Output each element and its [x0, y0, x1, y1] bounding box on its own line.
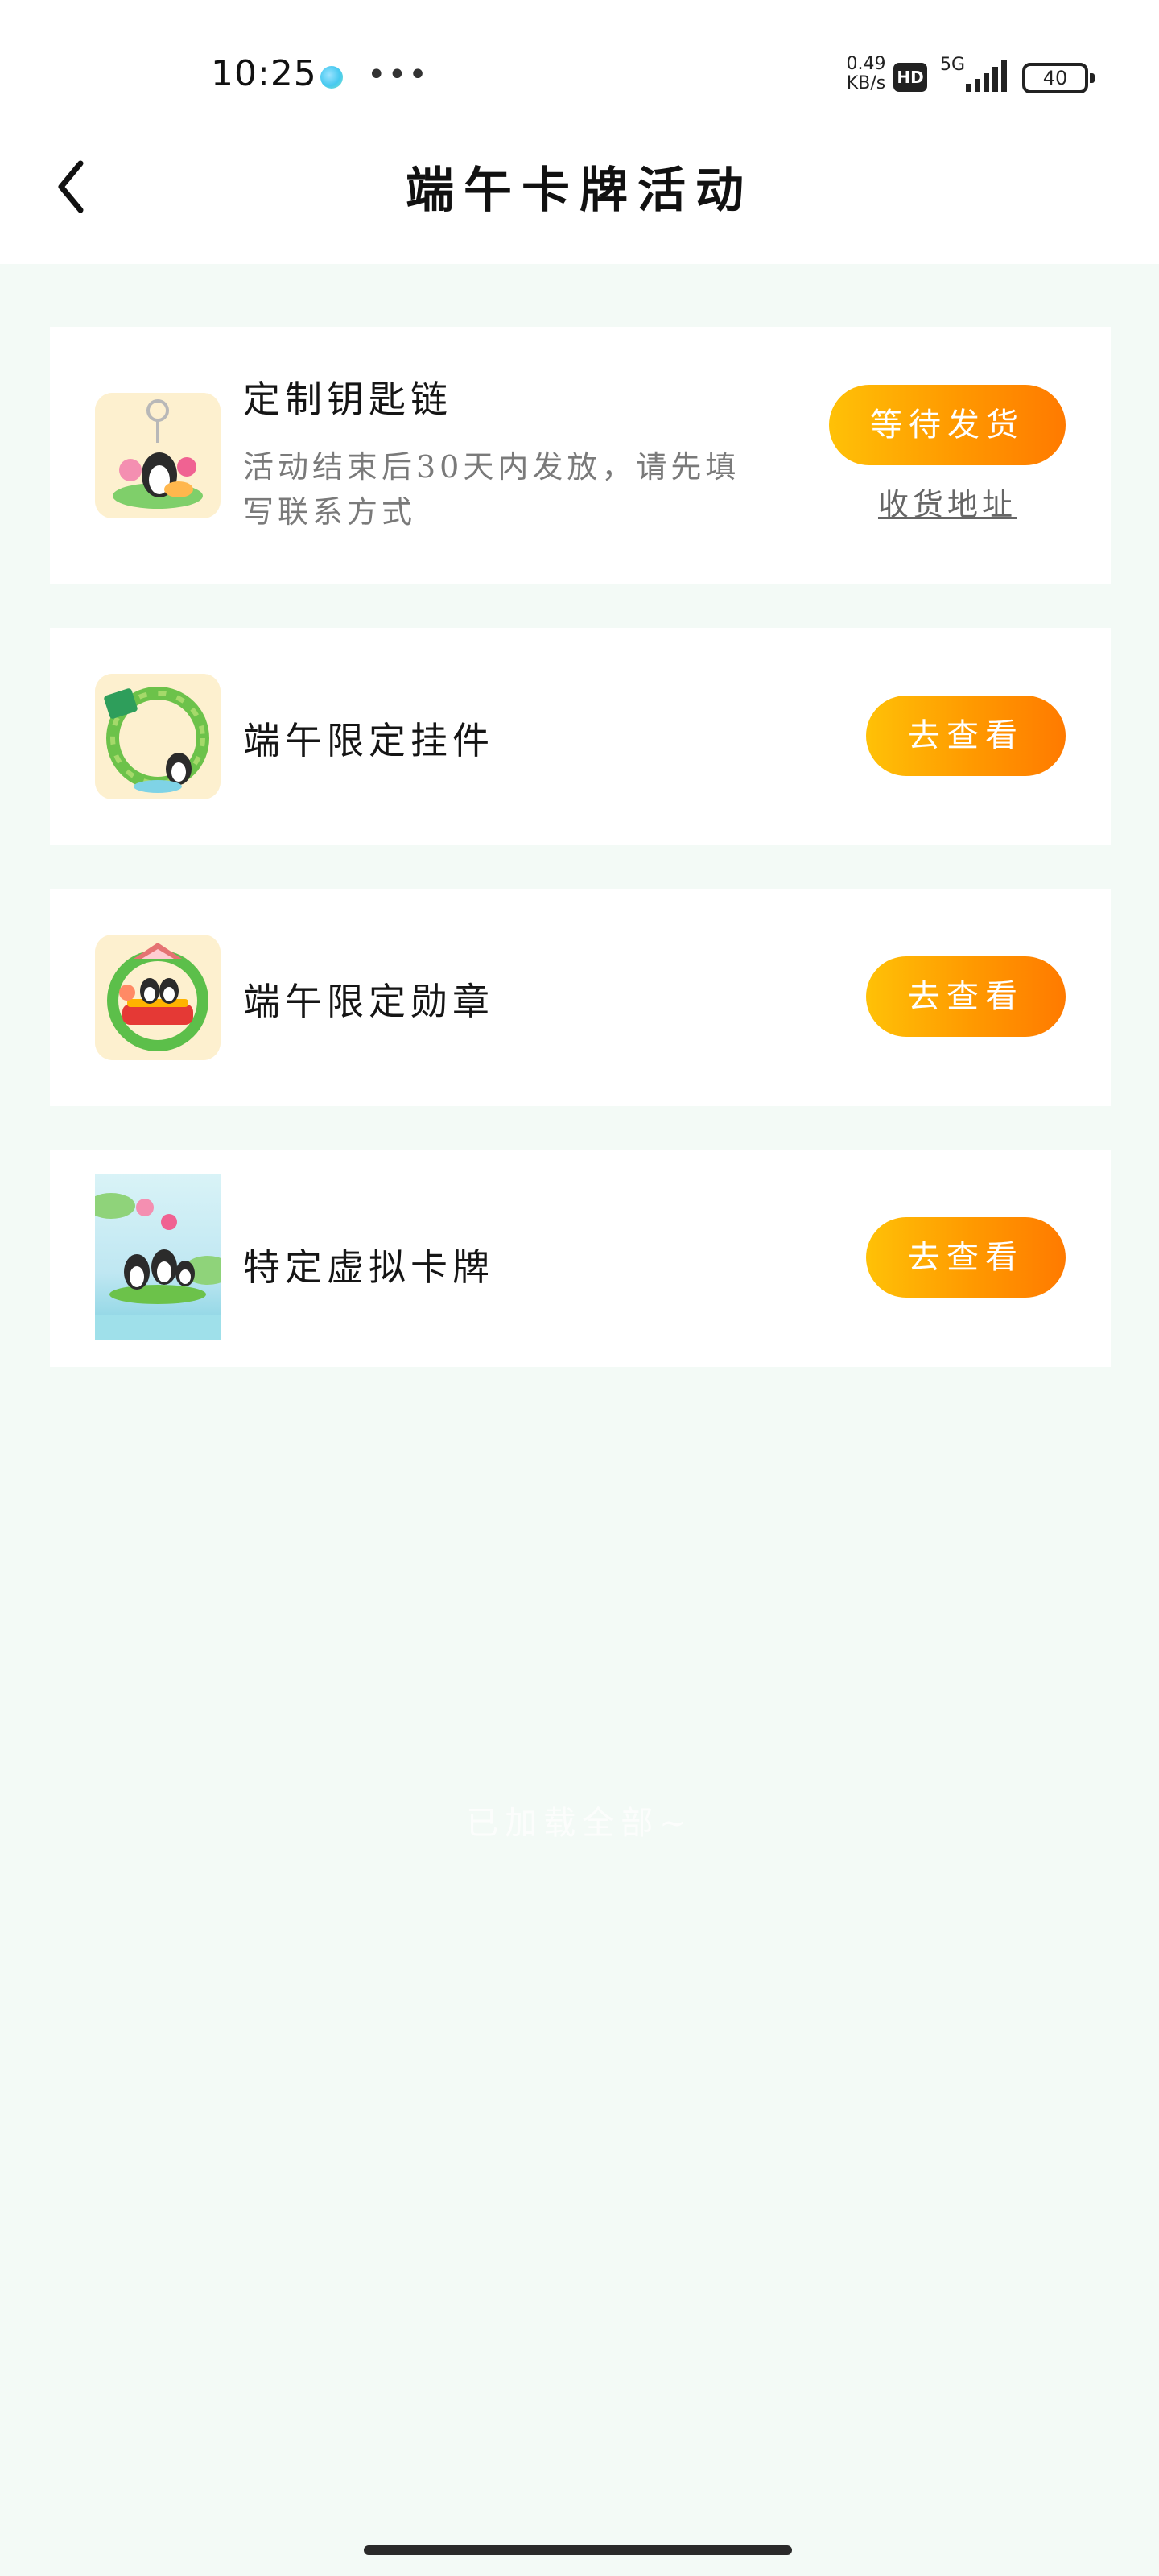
reward-title: 端午限定勋章 [243, 980, 494, 1023]
hd-badge: HD [893, 63, 927, 92]
network-type: 5G [940, 55, 966, 75]
reward-title: 特定虚拟卡牌 [243, 1245, 494, 1289]
view-virtual-card-button[interactable]: 去查看 [866, 1217, 1066, 1298]
more-notifications-icon: ••• [367, 56, 429, 93]
pendant-image [95, 674, 221, 799]
card-image [95, 1174, 221, 1340]
reward-card-keychain: 定制钥匙链 活动结束后30天内发放，请先填写联系方式 等待发货 收货地址 [50, 327, 1111, 584]
shipping-address-link[interactable]: 收货地址 [829, 480, 1066, 524]
list-end-note: 已加载全部~ [466, 1805, 693, 1842]
reward-description: 活动结束后30天内发放，请先填写联系方式 [243, 449, 740, 530]
battery-icon: 40 [1022, 63, 1095, 93]
signal-icon [966, 60, 1007, 92]
medal-image [95, 935, 221, 1060]
network-speed-value: 0.49 [846, 54, 886, 74]
reward-title: 定制钥匙链 [243, 378, 452, 421]
page-title: 端午卡牌活动 [406, 163, 753, 219]
awaiting-shipment-button[interactable]: 等待发货 [829, 385, 1066, 465]
keychain-image [95, 393, 221, 518]
reward-card-virtual-card: 特定虚拟卡牌 去查看 [50, 1150, 1111, 1367]
reward-title: 端午限定挂件 [243, 719, 494, 762]
view-medal-button[interactable]: 去查看 [866, 956, 1066, 1037]
view-pendant-button[interactable]: 去查看 [866, 696, 1066, 776]
reward-card-pendant: 端午限定挂件 去查看 [50, 628, 1111, 845]
network-speed-unit: KB/s [846, 73, 886, 93]
home-indicator[interactable] [364, 2545, 792, 2555]
nav-bar: 端午卡牌活动 [0, 121, 1159, 250]
app-notification-icon [320, 66, 343, 89]
top-area: 10:25 ••• 0.49 KB/s HD 5G 40 端午卡牌活动 [0, 0, 1159, 264]
reward-card-medal: 端午限定勋章 去查看 [50, 889, 1111, 1106]
status-time: 10:25 [211, 53, 317, 94]
network-speed: 0.49 KB/s [842, 55, 890, 93]
